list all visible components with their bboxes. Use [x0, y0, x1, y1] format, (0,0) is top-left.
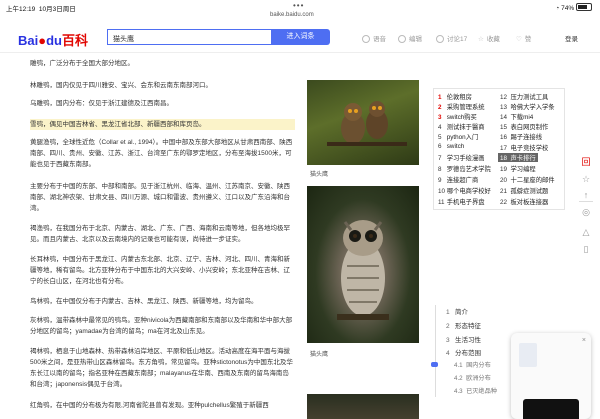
qq-icon[interactable]: △ [580, 226, 592, 238]
wifi-icon: ◔ [555, 5, 560, 12]
thumb-up-icon: ♡ [516, 36, 522, 43]
toc-subitem[interactable]: 4.1 国内分布 [454, 360, 491, 369]
search-input[interactable]: 猫头鹰 [107, 29, 271, 45]
preview-dark-panel [523, 399, 579, 419]
preview-placeholder [519, 343, 537, 367]
phone-icon[interactable]: ▯ [580, 243, 592, 255]
header-divider [0, 52, 600, 53]
toc-line [435, 305, 436, 397]
hot-item[interactable]: 12 压力测试工具 [500, 92, 548, 101]
owl-image[interactable] [307, 186, 419, 343]
hot-item[interactable]: 6 switch [438, 143, 464, 150]
hot-item[interactable]: 3 switch购买 [438, 112, 477, 121]
hot-item[interactable]: 7 学习手绘漫画 [438, 153, 485, 162]
hot-search-list: 1 伦敦租房 2 采购管理系统 3 switch购买 4 测试抹于醫商 5 py… [433, 88, 565, 210]
hot-item[interactable]: 13 哈佛大学入学条 [500, 102, 555, 111]
toolbar-divider [579, 201, 593, 202]
multitask-dots[interactable]: ••• [293, 1, 304, 10]
toc-current-marker [431, 362, 438, 367]
share-icon[interactable]: 回 [580, 156, 592, 168]
hot-item[interactable]: 20 十二星座的邮件 [500, 175, 555, 184]
hot-item[interactable]: 16 踢子连接线 [500, 132, 542, 141]
owl-image[interactable] [307, 394, 419, 419]
star-icon[interactable]: ☆ [580, 173, 592, 185]
article-paragraph: 红角鸮，在中国的分布极为有限,河南省陀县曾有发现。亚种pulchellus繁殖于… [30, 402, 269, 409]
hot-item[interactable]: 22 板对板连接器 [500, 197, 548, 206]
hot-item[interactable]: 11 手机电子界盘 [438, 197, 485, 206]
baidu-baike-logo[interactable]: Bai●du百科 [18, 30, 88, 49]
like-button[interactable]: ♡ 赞 [516, 33, 531, 43]
favorite-button[interactable]: ☆ 收藏 [478, 33, 500, 43]
image-caption: 猫头鹰 [310, 172, 329, 178]
article-paragraph: 褐渔鸮，在我国分布于北京、内蒙古、湖北、广东、广西、海南和云南等地，但各地均极罕… [30, 225, 290, 243]
article-paragraph: 乌雕鸮，国内分布：仅见于浙江建德及江西南昌。 [30, 100, 173, 107]
chat-icon [436, 35, 444, 43]
login-link[interactable]: 登录 [565, 33, 578, 43]
status-right: ◔ 74% [555, 3, 592, 12]
speaker-icon [362, 35, 370, 43]
toc-item[interactable]: 4 分布范围 [446, 347, 481, 357]
toc-subitem[interactable]: 4.2 欧洲分布 [454, 373, 491, 382]
star-icon: ☆ [478, 36, 484, 43]
battery-percent: 74% [561, 5, 575, 12]
hot-item[interactable]: 21 孤僻症测试题 [500, 186, 548, 195]
toc-subitem[interactable]: 4.3 已灭绝品种 [454, 386, 497, 395]
hot-item[interactable]: 5 python入门 [438, 132, 478, 141]
discuss-button[interactable]: 讨论17 [436, 33, 467, 43]
hot-item-selected[interactable]: 18 声卡排行 [498, 153, 538, 162]
article-paragraph: 长耳林鸮，中国分布于黑龙江、内蒙古东北部、北京、辽宁、吉林、河北、四川、青海和新… [30, 256, 290, 285]
article-paragraph: 褐林鸮，栖息于山地森林、热带森林沿岸地区、平原和低山地区。活动高度在海平面与海拔… [30, 348, 293, 388]
hot-item[interactable]: 8 罗德岛艺术学院 [438, 164, 491, 173]
hot-item[interactable]: 15 表白网页制作 [500, 122, 548, 131]
toc-item[interactable]: 2 形态特征 [446, 320, 481, 330]
image-caption: 猫头鹰 [310, 352, 329, 358]
article-paragraph: 鸟林鸮，在中国仅分布于内蒙古、吉林、黑龙江、陕西、新疆等地，均为留鸟。 [30, 298, 258, 305]
article-paragraph: 林雕鸮，国内仅见于四川雅安、宝兴、会东和云南东南部河口。 [30, 82, 212, 89]
article-paragraph: 灰林鸮，温带森林中最常见的鸮鸟。亚种nivicola为西藏南部和东南部以及华南和… [30, 317, 293, 335]
floating-window-preview[interactable]: × [511, 333, 591, 419]
hot-item[interactable]: 4 测试抹于醫商 [438, 122, 485, 131]
highlighted-paragraph: 雪鸮，偶见中国吉林省、黑龙江省北部、新疆西部和库页岛。 [30, 119, 295, 130]
paw-icon: ● [38, 33, 47, 48]
pencil-icon [398, 35, 406, 43]
toc-item[interactable]: 1 简介 [446, 306, 468, 316]
address-url[interactable]: baike.baidu.com [270, 12, 314, 18]
owls-illustration [327, 101, 407, 146]
thumb-up-icon[interactable]: ↑ [580, 189, 592, 201]
voice-button[interactable]: 语音 [362, 33, 386, 43]
article-paragraph: 黄腿渔鸮，全球性近危（Collar et al., 1994）。中国中部及东部大… [30, 139, 293, 168]
hot-item[interactable]: 10 哪个电商学校好 [438, 186, 491, 195]
close-icon[interactable]: × [582, 337, 586, 344]
hot-item[interactable]: 19 学习编程 [500, 164, 536, 173]
hot-item[interactable]: 2 采购管理系统 [438, 102, 485, 111]
article-paragraph: 主要分布于中国的东部、中部和南部。见于浙江杭州、临海、温州、江苏南京、安徽、陕西… [30, 183, 290, 212]
owl-illustration [337, 220, 389, 320]
edit-button[interactable]: 编辑 [398, 33, 422, 43]
hot-item[interactable]: 14 下载mi4 [500, 112, 533, 121]
hot-item[interactable]: 1 伦敦租房 [438, 92, 472, 101]
status-time: 上午12:19 10月3日周日 [6, 6, 76, 13]
article-paragraph: 雕鸮，广泛分布于全国大部分地区。 [30, 60, 134, 67]
hot-item[interactable]: 17 电子竞技学校 [500, 143, 548, 152]
weibo-icon[interactable]: ◎ [580, 206, 592, 218]
toc-item[interactable]: 3 生活习性 [446, 334, 481, 344]
battery-icon [576, 3, 592, 11]
enter-entry-button[interactable]: 进入词条 [271, 29, 330, 45]
hot-item[interactable]: 9 连接超广商 [438, 175, 478, 184]
owl-image[interactable] [307, 80, 419, 165]
